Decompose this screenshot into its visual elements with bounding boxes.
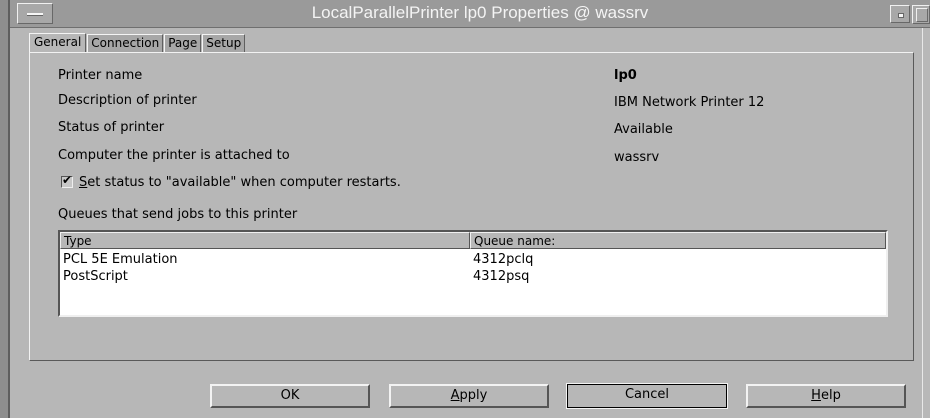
apply-button[interactable]: Apply	[389, 384, 549, 408]
restart-status-label-text: et status to "available" when computer r…	[87, 175, 401, 190]
apply-mnemonic: A	[450, 388, 460, 403]
tab-bar: General Connection Page Setup	[29, 33, 246, 52]
status-value: Available	[614, 122, 673, 137]
window-left-border	[0, 0, 10, 418]
help-mnemonic: H	[811, 388, 821, 403]
column-header-type[interactable]: Type	[60, 232, 470, 249]
title-bar[interactable]: LocalParallelPrinter lp0 Properties @ wa…	[10, 0, 930, 28]
queues-title: Queues that send jobs to this printer	[58, 207, 298, 222]
printer-name-value: lp0	[614, 68, 637, 83]
help-label-text: elp	[820, 388, 841, 403]
status-label: Status of printer	[58, 120, 165, 135]
tab-connection[interactable]: Connection	[87, 34, 164, 52]
maximize-icon[interactable]	[912, 5, 930, 24]
queue-type-cell[interactable]: PostScript	[63, 269, 128, 284]
attached-computer-value: wassrv	[614, 150, 660, 165]
cancel-button[interactable]: Cancel	[566, 383, 728, 409]
attached-computer-label: Computer the printer is attached to	[58, 148, 290, 163]
description-label: Description of printer	[58, 93, 197, 108]
queues-table[interactable]: Type Queue name: PCL 5E Emulation 4312pc…	[58, 230, 888, 317]
help-button[interactable]: Help	[746, 384, 906, 408]
tab-setup[interactable]: Setup	[202, 34, 246, 52]
ok-button[interactable]: OK	[210, 384, 370, 408]
printer-name-label: Printer name	[58, 68, 143, 83]
description-value: IBM Network Printer 12	[614, 95, 765, 110]
tab-general[interactable]: General	[29, 33, 87, 52]
queue-type-cell[interactable]: PCL 5E Emulation	[63, 252, 178, 267]
queue-name-cell[interactable]: 4312psq	[473, 269, 529, 284]
system-menu-icon[interactable]	[17, 3, 53, 24]
window-right-border	[922, 0, 930, 418]
queue-name-cell[interactable]: 4312pclq	[473, 252, 533, 267]
minimize-icon[interactable]	[890, 5, 910, 23]
restart-status-checkbox[interactable]	[61, 173, 73, 188]
tab-page[interactable]: Page	[164, 34, 202, 52]
column-header-queue-name[interactable]: Queue name:	[470, 232, 886, 249]
printer-properties-window: LocalParallelPrinter lp0 Properties @ wa…	[0, 0, 930, 418]
apply-label-text: pply	[459, 388, 488, 403]
window-title: LocalParallelPrinter lp0 Properties @ wa…	[311, 3, 649, 22]
restart-status-label[interactable]: Set status to "available" when computer …	[79, 175, 401, 190]
